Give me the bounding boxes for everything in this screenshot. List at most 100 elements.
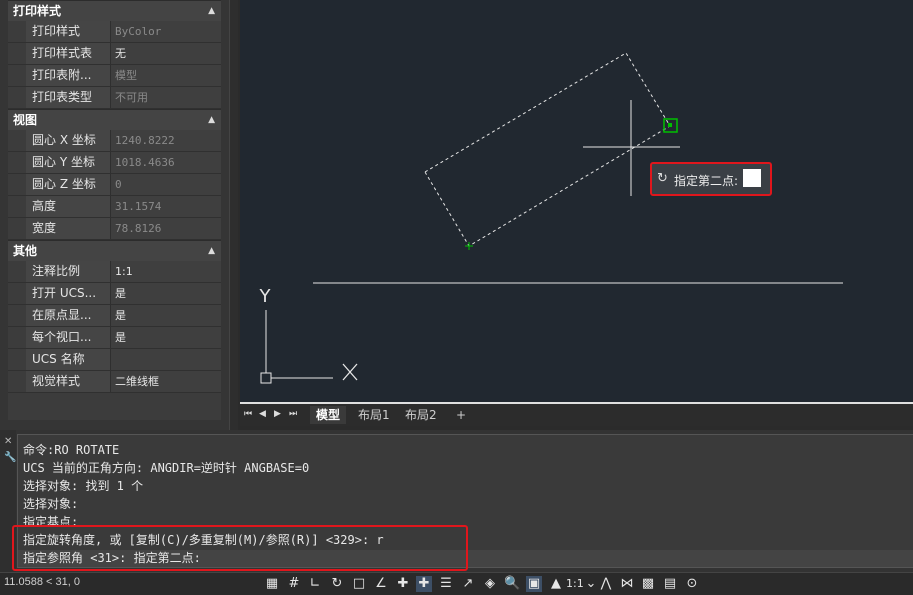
annotation-icon[interactable]: ▲ <box>548 576 564 592</box>
otrack-icon[interactable]: ∠ <box>373 576 389 592</box>
property-row[interactable]: 圆心 Y 坐标 1018.4636 <box>8 152 221 174</box>
row-gutter <box>8 152 26 173</box>
tab-layout1[interactable]: 布局1 <box>352 406 396 424</box>
property-value[interactable]: 二维线框 <box>111 371 221 392</box>
dynamic-ucs-icon[interactable]: ✚ <box>395 576 411 592</box>
panel-splitter[interactable] <box>229 0 238 430</box>
property-name: 打印表附... <box>26 65 111 86</box>
row-gutter <box>8 174 26 195</box>
first-tab-icon[interactable]: ⏮ <box>244 409 252 419</box>
lineweight-icon[interactable]: ☰ <box>438 576 454 592</box>
row-gutter <box>8 283 26 304</box>
chevron-down-icon[interactable]: ⌄ <box>583 576 599 592</box>
ortho-icon[interactable]: ∟ <box>307 576 323 592</box>
property-value[interactable]: 是 <box>111 305 221 326</box>
property-row[interactable]: 圆心 X 坐标 1240.8222 <box>8 130 221 152</box>
zoom-icon[interactable]: 🔍 <box>504 576 520 592</box>
property-row[interactable]: 视觉样式 二维线框 <box>8 371 221 393</box>
property-value[interactable]: 无 <box>111 43 221 64</box>
selection-cycling-icon[interactable]: ↗ <box>460 576 476 592</box>
row-gutter <box>8 261 26 282</box>
section-header[interactable]: 打印样式 ▲ <box>8 0 221 21</box>
property-value[interactable]: ByColor <box>111 21 221 42</box>
property-row[interactable]: 打印样式 ByColor <box>8 21 221 43</box>
collapse-icon[interactable]: ▲ <box>208 241 215 261</box>
property-name: 注释比例 <box>26 261 111 282</box>
command-line: 选择对象: 找到 1 个 <box>23 479 144 493</box>
row-gutter <box>8 327 26 348</box>
property-row[interactable]: 宽度 78.8126 <box>8 218 221 240</box>
dynamic-input-field[interactable] <box>743 169 761 187</box>
property-value[interactable]: 是 <box>111 327 221 348</box>
coordinate-readout[interactable]: 11.0588 < 31, 0 <box>4 576 80 588</box>
row-gutter <box>8 21 26 42</box>
workspace-icon[interactable]: ▩ <box>640 576 656 592</box>
property-row[interactable]: 每个视口... 是 <box>8 327 221 349</box>
property-row[interactable]: 打印表类型 不可用 <box>8 87 221 109</box>
tab-layout2[interactable]: 布局2 <box>399 406 443 424</box>
dynamic-input-tooltip: ↻ 指定第二点: <box>650 162 772 196</box>
command-line: UCS 当前的正角方向: ANGDIR=逆时针 ANGBASE=0 <box>23 461 310 475</box>
property-name: 打印样式 <box>26 21 111 42</box>
grip-inner <box>668 123 672 127</box>
property-value[interactable]: 不可用 <box>111 87 221 108</box>
row-gutter <box>8 196 26 217</box>
property-row[interactable]: 打印样式表无 <box>8 43 221 65</box>
tab-model[interactable]: 模型 <box>310 406 347 424</box>
tooltip-label: 指定第二点: <box>674 174 739 188</box>
property-value[interactable]: 1:1 <box>111 261 221 282</box>
properties-list: 打印样式 ▲ 打印样式 ByColor 打印样式表无打印表附... 模型 打印表类型 不可用视… <box>8 0 221 420</box>
last-tab-icon[interactable]: ⏭ <box>289 409 297 419</box>
close-icon[interactable]: ✕ <box>4 436 12 447</box>
row-gutter <box>8 305 26 326</box>
property-value[interactable]: 1240.8222 <box>111 130 221 151</box>
property-name: 打开 UCS... <box>26 283 111 304</box>
property-value[interactable]: 模型 <box>111 65 221 86</box>
polar-icon[interactable]: ↻ <box>329 576 345 592</box>
collapse-icon[interactable]: ▲ <box>208 1 215 21</box>
annotation-visibility-icon[interactable]: ⋀ <box>598 576 614 592</box>
tab-add[interactable]: + <box>450 406 472 424</box>
property-name: 高度 <box>26 196 111 217</box>
osnap-icon[interactable]: □ <box>351 576 367 592</box>
property-value[interactable]: 1018.4636 <box>111 152 221 173</box>
property-value[interactable]: 31.1574 <box>111 196 221 217</box>
settings-icon[interactable]: 🔧 <box>4 452 16 463</box>
viewport-icon[interactable]: ▣ <box>526 576 542 592</box>
dynamic-input-icon[interactable]: ✚ <box>416 576 432 592</box>
rotating-rectangle-preview <box>424 52 671 247</box>
command-line: 选择对象: <box>23 497 79 511</box>
row-gutter <box>8 87 26 108</box>
property-row[interactable]: 打印表附... 模型 <box>8 65 221 87</box>
properties-panel: 打印样式 ▲ 打印样式 ByColor 打印样式表无打印表附... 模型 打印表类型 不可用视… <box>0 0 237 430</box>
next-tab-icon[interactable]: ▶ <box>274 409 281 419</box>
property-row[interactable]: 打开 UCS... 是 <box>8 283 221 305</box>
collapse-icon[interactable]: ▲ <box>208 110 215 130</box>
drawing-canvas[interactable]: Y <box>240 0 913 402</box>
customize-icon[interactable]: ⊙ <box>684 576 700 592</box>
section-header[interactable]: 视图 ▲ <box>8 109 221 130</box>
property-row[interactable]: 圆心 Z 坐标 0 <box>8 174 221 196</box>
prev-tab-icon[interactable]: ◀ <box>259 409 266 419</box>
calculator-icon[interactable]: ▤ <box>662 576 678 592</box>
property-row[interactable]: 注释比例 1:1 <box>8 261 221 283</box>
property-value[interactable]: 0 <box>111 174 221 195</box>
auto-scale-icon[interactable]: ⋈ <box>619 576 635 592</box>
property-row[interactable]: 高度 31.1574 <box>8 196 221 218</box>
property-row[interactable]: UCS 名称 <box>8 349 221 371</box>
property-value[interactable]: 78.8126 <box>111 218 221 239</box>
layers-icon[interactable]: ◈ <box>482 576 498 592</box>
row-gutter <box>8 218 26 239</box>
ucs-origin-box <box>260 372 272 384</box>
annotation-scale[interactable]: 1:1 <box>566 577 584 590</box>
property-value[interactable]: 是 <box>111 283 221 304</box>
command-window: ✕ 🔧 命令:RO ROTATE UCS 当前的正角方向: ANGDIR=逆时针… <box>0 430 913 572</box>
property-row[interactable]: 在原点显... 是 <box>8 305 221 327</box>
snap-icon[interactable]: # <box>286 576 302 592</box>
drawing-svg[interactable]: Y <box>240 0 913 402</box>
grid-icon[interactable]: ▦ <box>264 576 280 592</box>
section-header[interactable]: 其他 ▲ <box>8 240 221 261</box>
highlight-box <box>12 525 468 571</box>
property-name: 每个视口... <box>26 327 111 348</box>
property-value[interactable] <box>111 349 221 370</box>
